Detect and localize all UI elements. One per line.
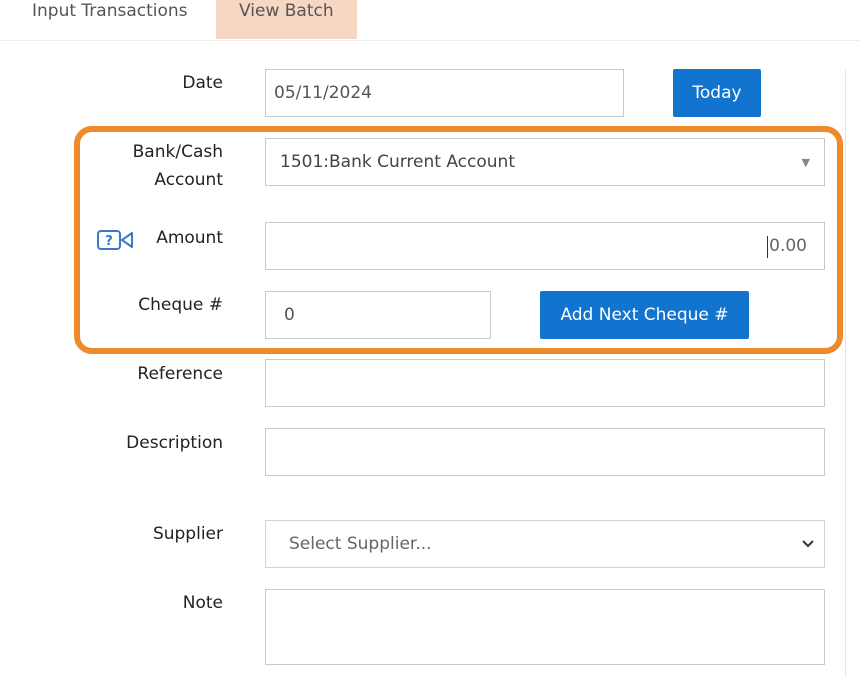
dropdown-caret-icon: ▼ (801, 156, 810, 169)
amount-field[interactable]: 0.00 (265, 222, 825, 270)
panel-divider (845, 70, 846, 676)
supplier-selected: Select Supplier... (289, 534, 432, 554)
bank-cash-account-value: 1501:Bank Current Account (280, 152, 515, 172)
bank-cash-label-line1: Bank/Cash (132, 142, 223, 162)
chevron-down-icon (802, 540, 814, 548)
description-label: Description (126, 433, 223, 453)
tab-view-batch[interactable]: View Batch (216, 0, 357, 39)
cheque-number-value: 0 (284, 305, 295, 325)
today-button[interactable]: Today (673, 69, 761, 117)
note-label: Note (182, 593, 223, 613)
supplier-select[interactable]: Select Supplier... (265, 520, 825, 568)
svg-text:?: ? (105, 234, 113, 249)
description-field[interactable] (265, 428, 825, 476)
tab-bar: Input Transactions View Batch (0, 0, 860, 41)
cheque-number-field[interactable]: 0 (265, 291, 491, 339)
cheque-label: Cheque # (138, 295, 223, 315)
date-field[interactable]: 05/11/2024 (265, 69, 624, 117)
date-value: 05/11/2024 (274, 83, 372, 103)
supplier-label: Supplier (152, 524, 223, 544)
text-cursor (767, 236, 768, 258)
add-next-cheque-button[interactable]: Add Next Cheque # (540, 291, 749, 339)
video-help-icon[interactable]: ? (96, 229, 136, 251)
reference-field[interactable] (265, 359, 825, 407)
bank-cash-account-select[interactable]: 1501:Bank Current Account ▼ (265, 138, 825, 186)
date-label: Date (182, 73, 223, 93)
reference-label: Reference (137, 364, 223, 384)
bank-cash-account-label: Bank/Cash Account (133, 138, 223, 194)
amount-label: Amount (156, 228, 223, 248)
bank-cash-label-line2: Account (154, 170, 223, 190)
note-textarea[interactable] (265, 589, 825, 665)
tab-input-transactions[interactable]: Input Transactions (32, 0, 188, 39)
amount-placeholder: 0.00 (769, 236, 807, 256)
